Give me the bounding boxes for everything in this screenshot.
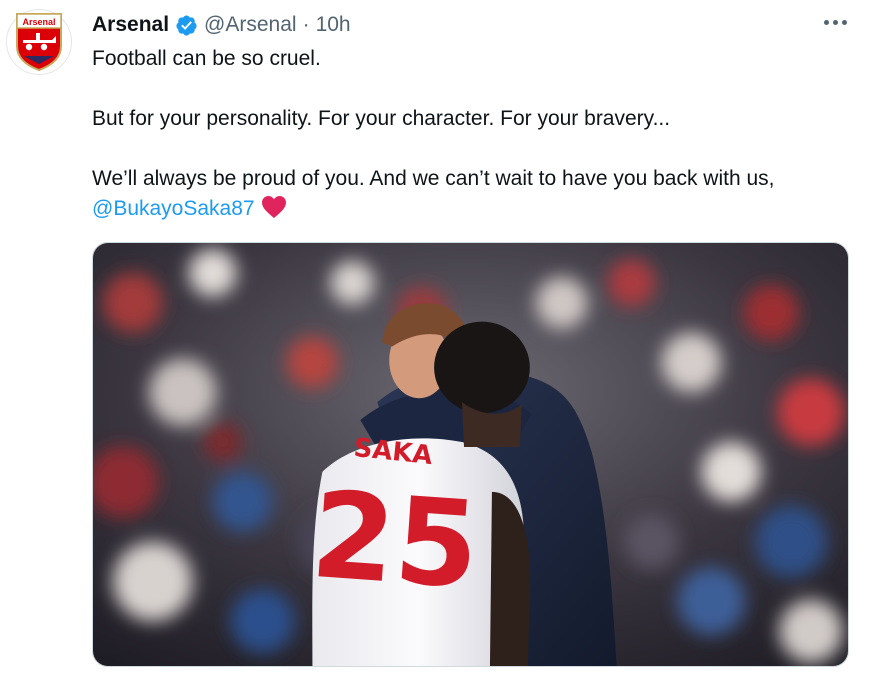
arsenal-crest-icon: Arsenal [16,13,62,72]
tweet-text-line: @BukayoSaka87 [92,194,862,224]
tweet-card[interactable]: Arsenal Arsenal @Arsenal · 10h Football … [0,0,873,685]
more-dot [842,20,847,25]
crest-text: Arsenal [22,17,55,27]
tweet-photo[interactable]: SAKA 25 [92,242,849,667]
tweet-text-line: But for your personality. For your chara… [92,107,671,130]
tweet-text: Football can be so cruel. But for your p… [92,44,862,224]
separator-dot: · [302,13,310,36]
verified-badge-icon [176,14,197,36]
more-dot [824,20,829,25]
tweet-text-line: Football can be so cruel. [92,47,321,70]
more-dot [833,20,838,25]
avatar[interactable]: Arsenal [6,9,72,75]
timestamp[interactable]: 10h [316,13,351,37]
tweet-header: Arsenal @Arsenal · 10h [92,10,351,40]
red-heart-icon [261,196,286,218]
photo-image: SAKA 25 [93,243,848,666]
player-head [434,321,530,414]
user-handle[interactable]: @Arsenal [204,13,297,37]
mention-link[interactable]: @BukayoSaka87 [92,197,255,220]
shirt-number: 25 [307,466,483,616]
tweet-text-line: We’ll always be proud of you. And we can… [92,167,775,190]
more-options-icon[interactable] [822,12,849,33]
display-name[interactable]: Arsenal [92,13,169,37]
